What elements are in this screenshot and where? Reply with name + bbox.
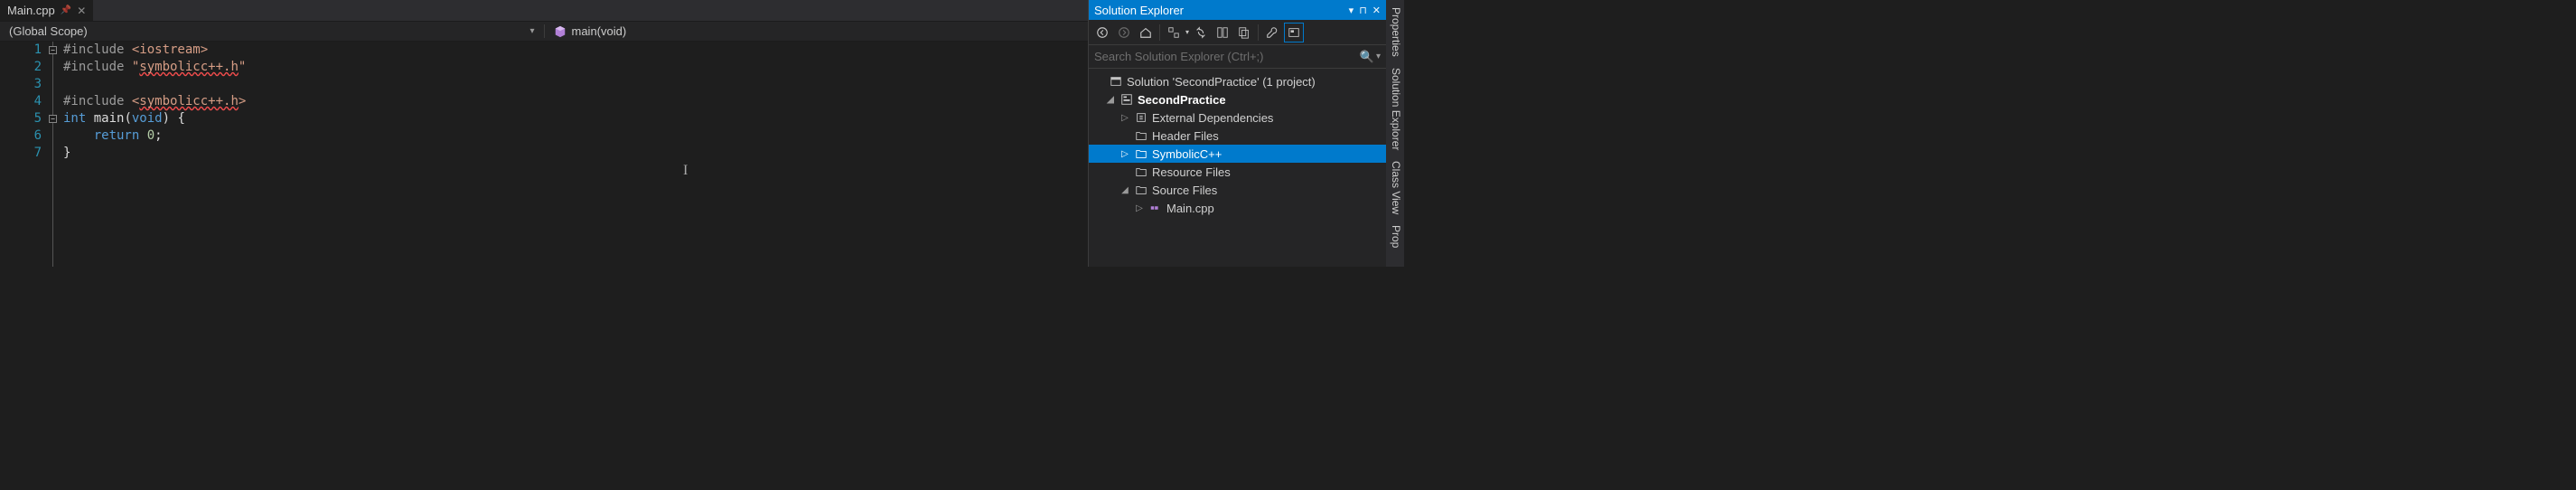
tab-bar: Main.cpp 📌 ✕ [0,0,1088,22]
search-input[interactable] [1094,50,1356,63]
tree-label: External Dependencies [1152,111,1273,125]
tree-main-cpp[interactable]: ▷ Main.cpp [1089,199,1386,217]
cpp-file-icon [1148,202,1163,214]
line-number: 5 [0,110,42,127]
tree-header-files[interactable]: Header Files [1089,127,1386,145]
line-number-gutter: 1 2 3 4 5 6 7 [0,42,49,267]
tree-external-dependencies[interactable]: ▷ External Dependencies [1089,108,1386,127]
tree-label: Source Files [1152,184,1217,197]
panel-menu-icon[interactable]: ▾ [1349,5,1354,16]
tree-symbolic-cpp[interactable]: ▷ SymbolicC++ [1089,145,1386,163]
expand-toggle-icon[interactable]: ◢ [1119,185,1130,195]
refresh-button[interactable] [1213,23,1232,42]
scope-right-label: main(void) [572,24,627,38]
folder-icon [1134,129,1148,142]
close-icon[interactable]: ✕ [77,5,86,17]
fold-toggle-icon[interactable]: − [49,115,57,123]
chevron-down-icon[interactable]: ▾ [1185,28,1189,36]
code-line[interactable] [63,76,1088,93]
expand-toggle-icon[interactable]: ◢ [1105,95,1116,105]
right-side-tab-strip: Properties Solution Explorer Class View … [1386,0,1404,267]
properties-button[interactable] [1262,23,1282,42]
line-number: 3 [0,76,42,93]
code-line[interactable]: int main(void) { [63,110,1088,127]
tree-label: Solution 'SecondPractice' (1 project) [1127,75,1316,89]
home-button[interactable] [1136,23,1156,42]
navigation-bar: (Global Scope) ▾ main(void) [0,22,1088,42]
side-tab-properties[interactable]: Properties [1386,2,1404,62]
code-line[interactable]: } [63,145,1088,162]
fold-toggle-icon[interactable]: − [49,46,57,54]
fold-column: − − [49,42,60,267]
forward-button[interactable] [1114,23,1134,42]
code-line[interactable]: #include <symbolicc++.h> [63,93,1088,110]
tree-label: Header Files [1152,129,1219,143]
solution-explorer-toolbar: ▾ [1089,20,1386,45]
tree-label: SymbolicC++ [1152,147,1222,161]
tree-project[interactable]: ◢ SecondPractice [1089,90,1386,108]
panel-title-label: Solution Explorer [1094,4,1184,17]
line-number: 6 [0,127,42,145]
tree-resource-files[interactable]: Resource Files [1089,163,1386,181]
line-number: 4 [0,93,42,110]
line-number: 1 [0,42,42,59]
project-icon [1119,93,1134,106]
references-icon [1134,111,1148,124]
solution-search-row: 🔍 ▾ [1089,45,1386,69]
expand-toggle-icon[interactable]: ▷ [1119,113,1130,123]
tree-label: Resource Files [1152,165,1231,179]
side-tab-solution-explorer[interactable]: Solution Explorer [1386,62,1404,155]
scope-left-label: (Global Scope) [9,24,88,38]
solution-tree[interactable]: Solution 'SecondPractice' (1 project) ◢ … [1089,69,1386,267]
panel-titlebar[interactable]: Solution Explorer ▾ ⊓ ✕ [1089,0,1386,20]
chevron-down-icon[interactable]: ▾ [1376,52,1381,61]
panel-pin-icon[interactable]: ⊓ [1359,5,1367,16]
code-line[interactable]: #include "symbolicc++.h" [63,59,1088,76]
expand-toggle-icon[interactable]: ▷ [1119,149,1130,159]
show-all-button[interactable] [1234,23,1254,42]
solution-explorer-panel: Solution Explorer ▾ ⊓ ✕ ▾ [1088,0,1386,267]
scope-dropdown-left[interactable]: (Global Scope) ▾ [0,24,544,38]
scope-dropdown-right[interactable]: main(void) [544,24,1089,38]
preview-button[interactable] [1284,23,1304,42]
line-number: 7 [0,145,42,162]
side-tab-prop[interactable]: Prop [1386,220,1404,253]
folder-icon [1134,165,1148,178]
solution-icon [1109,75,1123,88]
tab-label: Main.cpp [7,4,55,17]
pin-icon[interactable]: 📌 [61,5,71,15]
scope-button[interactable] [1164,23,1184,42]
editor-area: Main.cpp 📌 ✕ (Global Scope) ▾ main(void)… [0,0,1088,267]
line-number: 2 [0,59,42,76]
back-button[interactable] [1092,23,1112,42]
tree-solution-root[interactable]: Solution 'SecondPractice' (1 project) [1089,72,1386,90]
tree-source-files[interactable]: ◢ Source Files [1089,181,1386,199]
method-icon [554,25,567,38]
code-editor[interactable]: 1 2 3 4 5 6 7 − − #include <iostream>#in… [0,42,1088,267]
side-tab-class-view[interactable]: Class View [1386,155,1404,220]
folder-icon [1134,147,1148,160]
tree-label: SecondPractice [1138,93,1226,107]
chevron-down-icon: ▾ [529,26,534,36]
code-line[interactable]: #include <iostream> [63,42,1088,59]
text-cursor-icon: I [683,162,688,179]
expand-toggle-icon[interactable]: ▷ [1134,203,1145,213]
tree-label: Main.cpp [1166,202,1214,215]
search-icon[interactable]: 🔍 [1360,50,1374,64]
tab-main-cpp[interactable]: Main.cpp 📌 ✕ [0,0,94,21]
code-line[interactable]: return 0; [63,127,1088,145]
code-content[interactable]: #include <iostream>#include "symbolicc++… [60,42,1088,267]
sync-button[interactable] [1191,23,1211,42]
panel-close-icon[interactable]: ✕ [1372,5,1381,16]
folder-icon [1134,184,1148,196]
